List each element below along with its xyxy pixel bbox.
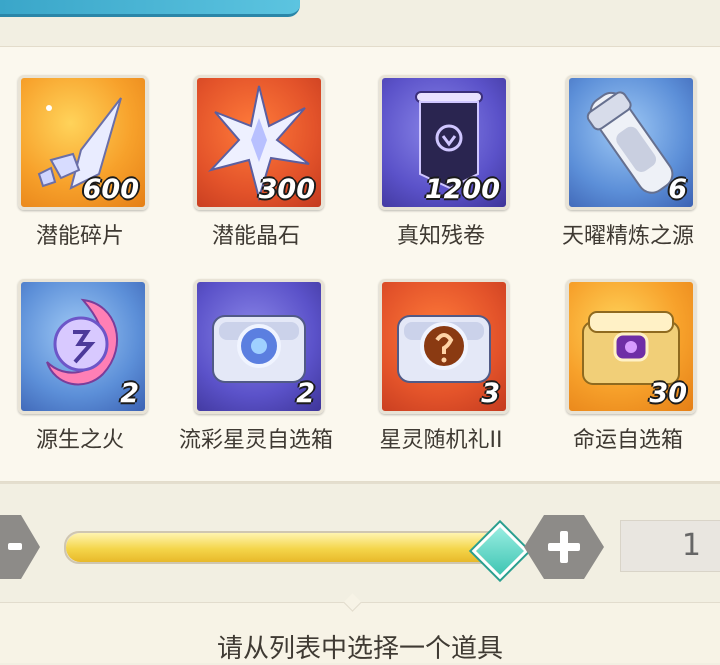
- item-card[interactable]: 6: [566, 75, 696, 210]
- item-slot[interactable]: 2 源生之火: [0, 274, 160, 474]
- item-count: 30: [649, 378, 687, 409]
- item-label: 潜能晶石: [211, 224, 300, 249]
- item-label: 流彩星灵自选箱: [178, 428, 333, 453]
- increase-button[interactable]: [524, 515, 604, 579]
- item-slot[interactable]: 300 潜能晶石: [176, 70, 336, 270]
- item-label: 天曜精炼之源: [561, 224, 694, 249]
- item-slot[interactable]: 1200 真知残卷: [361, 70, 521, 270]
- item-grid: 600 潜能碎片 300 潜能晶石 1200 真知残卷 6 天曜精炼之源 2 源…: [0, 70, 720, 470]
- item-count: 3: [481, 378, 500, 409]
- item-label: 命运自选箱: [572, 428, 683, 453]
- item-count: 6: [668, 174, 687, 205]
- divider: [0, 482, 720, 484]
- hint-text: 请从列表中选择一个道具: [216, 634, 503, 664]
- item-label: 潜能碎片: [35, 224, 124, 249]
- item-slot[interactable]: 600 潜能碎片: [0, 70, 160, 270]
- item-slot[interactable]: 2 流彩星灵自选箱: [176, 274, 336, 474]
- decrease-button[interactable]: [0, 515, 40, 579]
- item-slot[interactable]: 3 星灵随机礼II: [361, 274, 521, 474]
- item-card[interactable]: 30: [566, 279, 696, 414]
- plus-icon-vertical: [560, 531, 568, 563]
- item-card[interactable]: 600: [18, 75, 148, 210]
- item-card[interactable]: 2: [194, 279, 324, 414]
- item-card[interactable]: 1200: [379, 75, 509, 210]
- top-banner: [0, 0, 300, 17]
- minus-icon: [8, 543, 22, 550]
- quantity-slider[interactable]: [64, 522, 529, 580]
- item-count: 600: [82, 174, 139, 205]
- item-slot[interactable]: 6 天曜精炼之源: [548, 70, 708, 270]
- item-count: 2: [120, 378, 139, 409]
- item-label: 真知残卷: [396, 224, 485, 249]
- item-card[interactable]: 2: [18, 279, 148, 414]
- item-label: 星灵随机礼II: [379, 428, 503, 453]
- quantity-value: 1: [681, 528, 701, 563]
- item-count: 300: [258, 174, 315, 205]
- item-card[interactable]: 3: [379, 279, 509, 414]
- quantity-field[interactable]: 1: [620, 520, 720, 572]
- item-count: 2: [296, 378, 315, 409]
- item-count: 1200: [424, 174, 500, 205]
- item-card[interactable]: 300: [194, 75, 324, 210]
- slider-fill: [66, 533, 498, 562]
- slider-handle[interactable]: [471, 522, 529, 580]
- item-slot[interactable]: 30 命运自选箱: [548, 274, 708, 474]
- item-label: 源生之火: [35, 428, 124, 453]
